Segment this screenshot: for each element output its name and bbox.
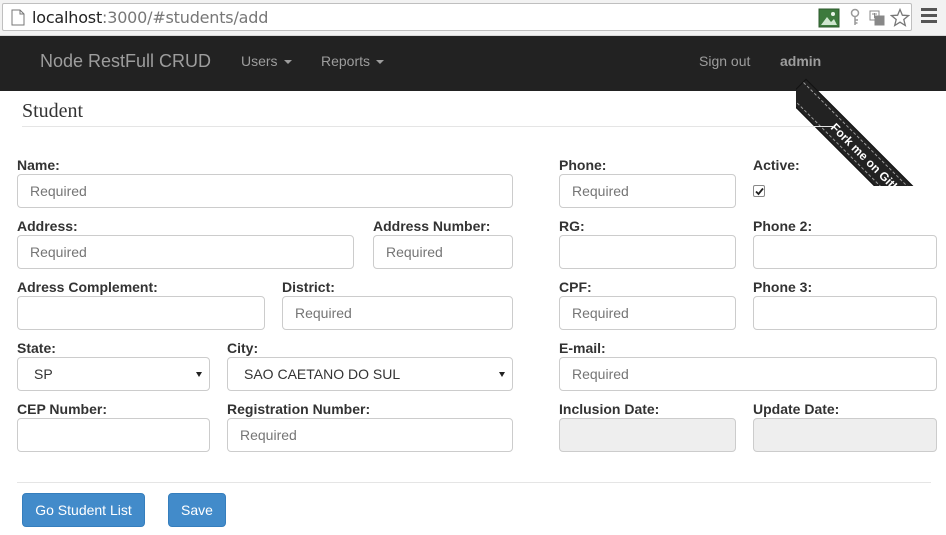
checkmark-icon	[755, 187, 764, 196]
address-complement-label: Adress Complement:	[17, 279, 158, 295]
star-icon[interactable]	[890, 8, 910, 28]
page-title: Student	[22, 100, 84, 122]
update-date-input	[753, 418, 937, 452]
caret-down-icon	[376, 60, 385, 65]
active-checkbox[interactable]	[753, 185, 765, 197]
url-host: localhost	[32, 8, 103, 27]
users-menu[interactable]: Users	[241, 53, 292, 69]
state-select[interactable]: SP	[17, 357, 210, 391]
inclusion-date-input	[559, 418, 736, 452]
cep-label: CEP Number:	[17, 401, 107, 417]
state-select-value: SP	[34, 366, 53, 382]
registration-number-input[interactable]	[227, 418, 513, 452]
phone2-input[interactable]	[753, 235, 937, 269]
registration-number-label: Registration Number:	[227, 401, 371, 417]
title-divider	[22, 126, 834, 127]
cpf-label: CPF:	[559, 279, 592, 295]
users-menu-label: Users	[241, 53, 278, 69]
email-label: E-mail:	[559, 340, 606, 356]
github-ribbon-container: Fork me on GitHub	[796, 36, 946, 186]
browser-menu-icon[interactable]	[921, 8, 937, 26]
city-label: City:	[227, 340, 259, 356]
reports-menu[interactable]: Reports	[321, 53, 385, 69]
name-input[interactable]	[17, 174, 513, 208]
cpf-input[interactable]	[559, 296, 736, 330]
sign-out-link[interactable]: Sign out	[699, 53, 750, 69]
caret-down-icon	[283, 60, 292, 65]
navbar-brand[interactable]: Node RestFull CRUD	[40, 51, 211, 72]
phone-input[interactable]	[559, 174, 736, 208]
dropdown-arrow-icon	[499, 372, 505, 377]
active-label: Active:	[753, 157, 800, 173]
district-label: District:	[282, 279, 335, 295]
cep-input[interactable]	[17, 418, 210, 452]
inclusion-date-label: Inclusion Date:	[559, 401, 660, 417]
address-number-label: Address Number:	[373, 218, 491, 234]
github-ribbon[interactable]: Fork me on GitHub	[796, 80, 946, 186]
district-input[interactable]	[282, 296, 513, 330]
dropdown-arrow-icon	[196, 372, 202, 377]
browser-toolbar: localhost:3000/#students/add	[0, 0, 946, 36]
email-input[interactable]	[559, 357, 937, 391]
page-icon	[11, 9, 25, 26]
city-select[interactable]: SAO CAETANO DO SUL	[227, 357, 513, 391]
form-divider	[17, 482, 931, 483]
translate-icon[interactable]	[869, 8, 885, 28]
address-bar[interactable]: localhost:3000/#students/add	[2, 3, 912, 31]
address-input[interactable]	[17, 235, 354, 269]
rg-label: RG:	[559, 218, 585, 234]
phone3-input[interactable]	[753, 296, 937, 330]
go-student-list-button[interactable]: Go Student List	[22, 493, 145, 527]
image-blocked-icon[interactable]	[818, 8, 840, 28]
city-select-value: SAO CAETANO DO SUL	[244, 366, 401, 382]
name-label: Name:	[17, 157, 60, 173]
rg-input[interactable]	[559, 235, 736, 269]
state-label: State:	[17, 340, 56, 356]
address-label: Address:	[17, 218, 78, 234]
phone2-label: Phone 2:	[753, 218, 813, 234]
url-path: :3000/#students/add	[102, 8, 269, 27]
phone3-label: Phone 3:	[753, 279, 813, 295]
update-date-label: Update Date:	[753, 401, 840, 417]
save-button[interactable]: Save	[168, 493, 226, 527]
key-icon[interactable]	[848, 8, 862, 28]
reports-menu-label: Reports	[321, 53, 371, 69]
url-text[interactable]: localhost:3000/#students/add	[32, 9, 268, 27]
github-ribbon-label: Fork me on GitHub	[796, 82, 946, 186]
address-complement-input[interactable]	[17, 296, 265, 330]
address-number-input[interactable]	[373, 235, 513, 269]
phone-label: Phone:	[559, 157, 607, 173]
